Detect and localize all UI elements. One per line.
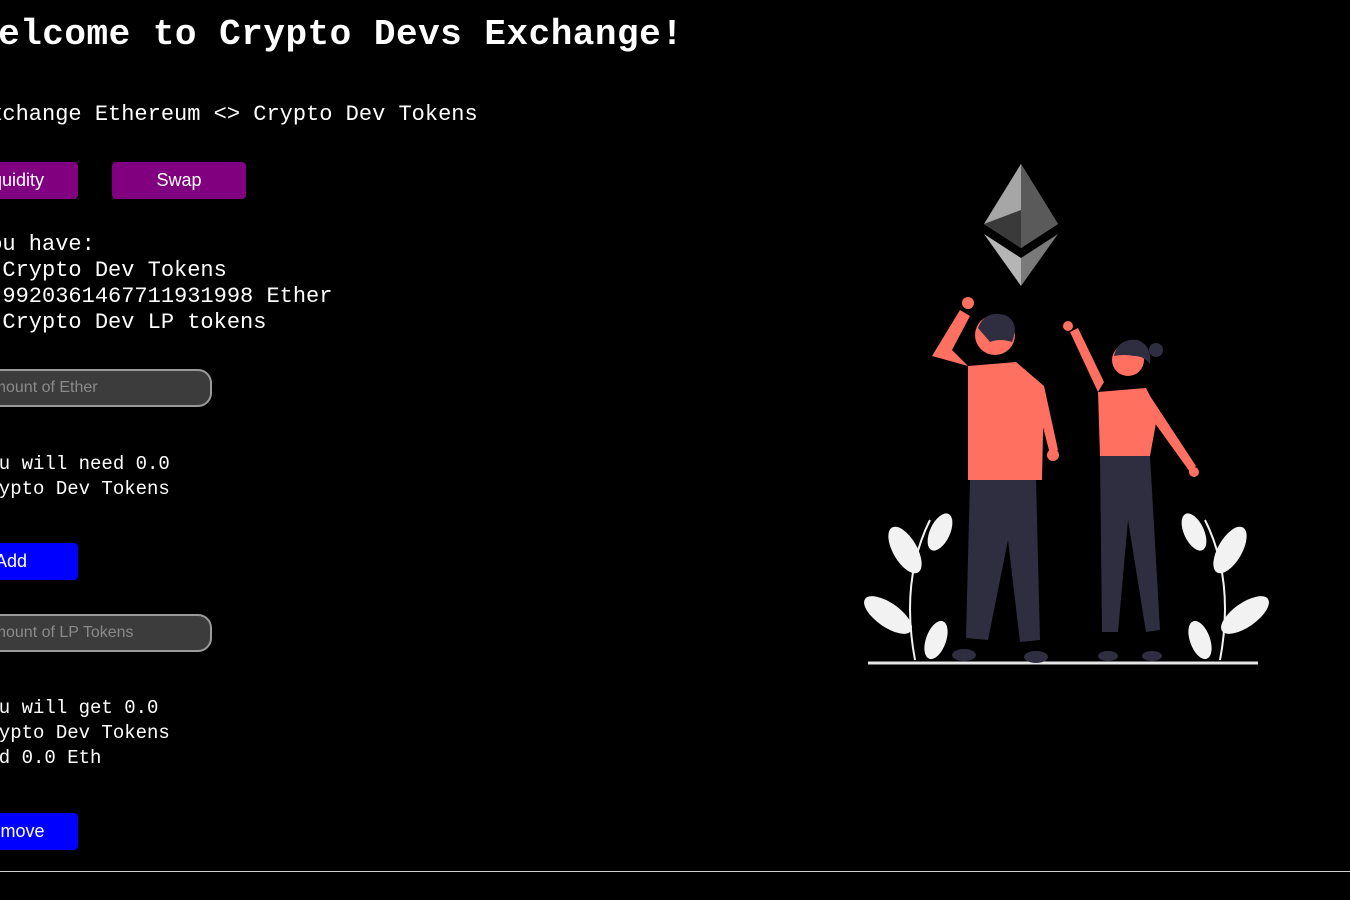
woman-figure bbox=[1063, 321, 1199, 661]
swap-tab-button[interactable]: Swap bbox=[112, 162, 246, 199]
remove-liquidity-button[interactable]: Remove bbox=[0, 813, 78, 850]
page-title: Welcome to Crypto Devs Exchange! bbox=[0, 14, 684, 55]
withdraw-info: You will get 0.0 Crypto Dev Tokens and 0.0… bbox=[0, 696, 170, 771]
withdraw-eth-line: and 0.0 Eth bbox=[0, 747, 102, 769]
lp-token-amount-input[interactable] bbox=[0, 614, 212, 652]
left-plant-icon bbox=[864, 513, 953, 661]
cd-token-balance: 0 Crypto Dev Tokens bbox=[0, 258, 227, 283]
withdraw-tokens-line: You will get 0.0 bbox=[0, 697, 159, 719]
lp-token-balance: 0 Crypto Dev LP tokens bbox=[0, 310, 267, 335]
liquidity-tab-button[interactable]: Liquidity bbox=[0, 162, 78, 199]
balances-heading: You have: bbox=[0, 232, 95, 257]
page-description: Exchange Ethereum <> Crypto Dev Tokens bbox=[0, 102, 478, 127]
celebration-illustration bbox=[864, 164, 1269, 665]
ether-balance: 9.9920361467711931998 Ether bbox=[0, 284, 333, 309]
withdraw-tokens-unit: Crypto Dev Tokens bbox=[0, 722, 170, 744]
required-tokens-unit: Crypto Dev Tokens bbox=[0, 478, 170, 500]
required-tokens-info: You will need 0.0 Crypto Dev Tokens bbox=[0, 452, 170, 502]
footer-divider bbox=[0, 871, 1350, 872]
ethereum-logo-icon bbox=[984, 164, 1058, 286]
exchange-page: Welcome to Crypto Devs Exchange! Exchang… bbox=[0, 0, 1350, 900]
man-figure bbox=[932, 297, 1059, 663]
required-tokens-line: You will need 0.0 bbox=[0, 453, 170, 475]
add-liquidity-button[interactable]: Add bbox=[0, 543, 78, 580]
ether-amount-input[interactable] bbox=[0, 369, 212, 407]
balances-panel: You have: 0 Crypto Dev Tokens 9.99203614… bbox=[0, 232, 332, 336]
right-plant-icon bbox=[1181, 513, 1269, 661]
